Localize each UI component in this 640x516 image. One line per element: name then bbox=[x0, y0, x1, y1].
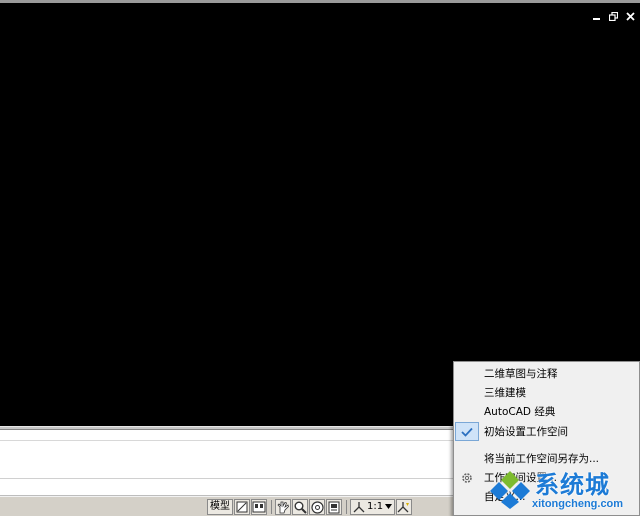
checkmark-icon bbox=[455, 422, 479, 441]
layout-icon bbox=[252, 501, 266, 513]
restore-icon[interactable] bbox=[608, 11, 619, 22]
menu-item-label: 自定义... bbox=[484, 491, 526, 503]
status-separator bbox=[346, 500, 347, 514]
pan-icon bbox=[277, 501, 289, 513]
menu-item-label: 二维草图与注释 bbox=[484, 368, 558, 380]
pan-button[interactable] bbox=[275, 499, 291, 515]
menu-item-workspace-settings[interactable]: 工作空间设置... bbox=[455, 468, 639, 487]
gear-icon bbox=[455, 468, 479, 487]
status-separator bbox=[271, 500, 272, 514]
layout-button-1[interactable] bbox=[234, 499, 250, 515]
steering-wheel-button[interactable] bbox=[309, 499, 325, 515]
viewport-window-controls bbox=[591, 11, 636, 22]
close-icon[interactable] bbox=[625, 11, 636, 22]
menu-item-icon-slot bbox=[455, 449, 479, 468]
annotation-scale-icon bbox=[353, 502, 365, 513]
command-input[interactable] bbox=[0, 430, 452, 478]
workspace-menu: 二维草图与注释 三维建模 AutoCAD 经典 初始设置工作空间 将当前工作空间… bbox=[453, 361, 640, 516]
layout-button-2[interactable] bbox=[251, 499, 267, 515]
model-label: 模型 bbox=[210, 501, 230, 512]
steering-wheel-icon bbox=[310, 500, 324, 514]
menu-item-icon-slot bbox=[455, 402, 479, 421]
zoom-icon bbox=[294, 501, 307, 514]
annotation-visibility-button[interactable] bbox=[396, 499, 413, 515]
menu-item-icon-slot bbox=[455, 364, 479, 383]
menu-item-label: 三维建模 bbox=[484, 387, 526, 399]
layout-icon bbox=[236, 501, 248, 513]
showmotion-button[interactable] bbox=[326, 499, 342, 515]
menu-item-2d-drafting[interactable]: 二维草图与注释 bbox=[455, 364, 639, 383]
menu-item-label: 初始设置工作空间 bbox=[484, 426, 568, 438]
menu-item-customize[interactable]: 自定义... bbox=[455, 487, 639, 506]
menu-item-3d-modeling[interactable]: 三维建模 bbox=[455, 383, 639, 402]
zoom-button[interactable] bbox=[292, 499, 308, 515]
menu-item-save-workspace-as[interactable]: 将当前工作空间另存为... bbox=[455, 449, 639, 468]
model-button[interactable]: 模型 bbox=[207, 499, 233, 515]
menu-item-initial-setup-workspace[interactable]: 初始设置工作空间 bbox=[455, 422, 639, 441]
menu-item-label: 工作空间设置... bbox=[484, 472, 558, 484]
menu-item-label: 将当前工作空间另存为... bbox=[484, 453, 600, 465]
status-bar-tools: 模型 1:1 bbox=[207, 499, 413, 515]
menu-item-autocad-classic[interactable]: AutoCAD 经典 bbox=[455, 402, 639, 421]
minimize-icon[interactable] bbox=[591, 11, 602, 22]
menu-item-icon-slot bbox=[455, 383, 479, 402]
showmotion-icon bbox=[328, 501, 340, 513]
annotation-visibility-icon bbox=[397, 501, 410, 512]
menu-item-icon-slot bbox=[455, 487, 479, 506]
chevron-down-icon bbox=[385, 504, 393, 509]
annotation-scale-button[interactable]: 1:1 bbox=[350, 499, 396, 515]
menu-item-label: AutoCAD 经典 bbox=[484, 406, 556, 418]
annotation-scale-value: 1:1 bbox=[367, 501, 384, 512]
